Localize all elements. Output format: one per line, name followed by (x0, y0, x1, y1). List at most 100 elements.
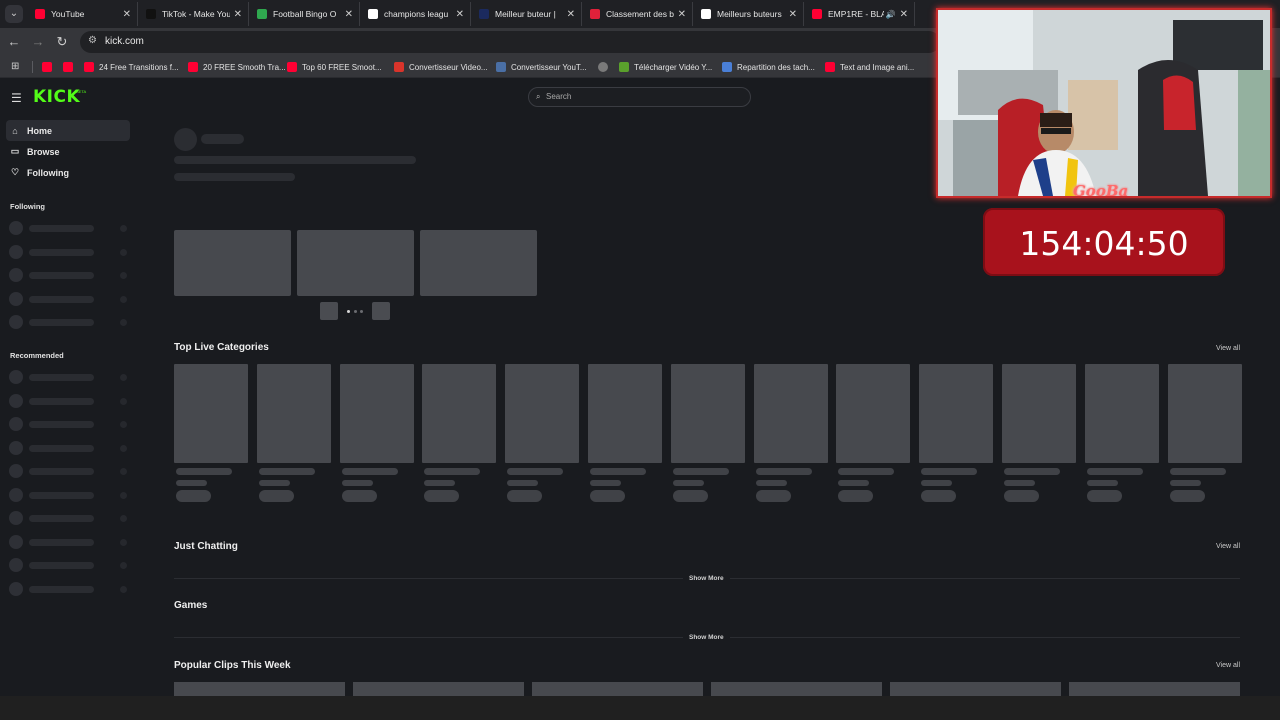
bookmark-item[interactable]: Repartition des tach... (722, 60, 815, 74)
clip-card[interactable] (532, 682, 703, 696)
carousel-card[interactable] (420, 230, 537, 296)
sidebar-channel-skeleton[interactable] (9, 315, 129, 329)
close-tab-icon[interactable]: ✕ (567, 9, 575, 20)
sidebar-channel-skeleton[interactable] (9, 417, 129, 431)
carousel-dot[interactable] (354, 310, 357, 313)
browser-tab[interactable]: Football Bingo O ✕ (249, 2, 360, 26)
category-tag-skeleton (1004, 490, 1039, 502)
carousel-next-button[interactable] (372, 302, 390, 320)
bookmark-item[interactable]: Top 60 FREE Smoot... (287, 60, 382, 74)
bookmark-label: Télécharger Vidéo Y... (634, 62, 713, 72)
browse-icon: ▭ (10, 146, 20, 156)
view-all-link[interactable]: View all (1216, 543, 1240, 550)
clip-card[interactable] (353, 682, 524, 696)
close-tab-icon[interactable]: ✕ (345, 9, 353, 20)
clip-card[interactable] (711, 682, 882, 696)
tab-audio-icon[interactable]: 🔊 (886, 10, 896, 19)
category-card[interactable] (588, 364, 662, 463)
kick-logo[interactable]: KICK (33, 87, 80, 107)
sidebar-channel-skeleton[interactable] (9, 464, 129, 478)
bookmark-item[interactable]: Convertisseur YouT... (496, 60, 587, 74)
browser-tab[interactable]: YouTube ✕ (27, 2, 138, 26)
close-tab-icon[interactable]: ✕ (456, 9, 464, 20)
wikipedia-icon (701, 9, 711, 19)
sidebar-item-browse[interactable]: ▭ Browse (6, 141, 130, 162)
sidebar-channel-skeleton[interactable] (9, 244, 129, 259)
close-tab-icon[interactable]: ✕ (900, 9, 908, 20)
view-all-link[interactable]: View all (1216, 345, 1240, 352)
sidebar-channel-skeleton[interactable] (9, 487, 129, 502)
browser-tab[interactable]: Meilleurs buteurs ✕ (693, 2, 804, 26)
sidebar-channel-skeleton[interactable] (9, 221, 129, 235)
forward-arrow-icon[interactable]: → (30, 34, 46, 50)
clip-card[interactable] (1069, 682, 1240, 696)
category-tag-skeleton (838, 490, 874, 502)
browser-tab[interactable]: Classement des b ✕ (582, 2, 693, 26)
sidebar-item-following[interactable]: ♡ Following (6, 162, 130, 183)
browser-tab[interactable]: Meilleur buteur | ✕ (471, 2, 582, 26)
category-card[interactable] (670, 364, 745, 463)
sidebar-channel-skeleton[interactable] (9, 534, 129, 549)
carousel-dot[interactable] (347, 310, 350, 313)
menu-hamburger-icon[interactable]: ☰ (11, 91, 22, 105)
carousel-card[interactable] (297, 230, 414, 296)
reload-icon[interactable]: ↻ (54, 34, 70, 50)
close-tab-icon[interactable]: ✕ (678, 9, 686, 20)
bookmark-label: Text and Image ani... (840, 62, 915, 72)
close-tab-icon[interactable]: ✕ (123, 9, 131, 20)
apps-grid-icon[interactable]: ⊞ (11, 61, 19, 72)
browser-tab[interactable]: TikTok - Make You ✕ (138, 2, 249, 26)
show-more-button[interactable]: Show More (683, 634, 730, 641)
bookmark-label: 24 Free Transitions f... (99, 62, 179, 72)
bookmark-item[interactable]: Text and Image ani... (825, 60, 914, 74)
category-card[interactable] (256, 364, 331, 463)
sidebar-channel-skeleton[interactable] (9, 511, 129, 525)
sidebar-item-home[interactable]: ⌂ Home (6, 120, 130, 141)
bookmark-item[interactable] (42, 60, 57, 74)
search-input[interactable]: ⌕ Search (528, 87, 751, 107)
category-card[interactable] (505, 364, 580, 463)
address-bar[interactable]: ⚙ kick.com (80, 31, 940, 53)
category-card[interactable] (1167, 364, 1242, 463)
close-tab-icon[interactable]: ✕ (789, 9, 797, 20)
category-card[interactable] (174, 364, 248, 463)
sidebar-channel-skeleton[interactable] (9, 581, 129, 596)
show-more-button[interactable]: Show More (683, 575, 730, 582)
sidebar-channel-skeleton[interactable] (9, 558, 129, 572)
bookmark-item[interactable] (598, 60, 613, 74)
tab-search-chevron-icon[interactable]: ⌄ (5, 5, 23, 23)
bookmark-item[interactable]: 20 FREE Smooth Tra... (188, 60, 286, 74)
category-card[interactable] (422, 364, 497, 463)
category-card[interactable] (836, 364, 911, 463)
category-card[interactable] (919, 364, 994, 463)
clip-card[interactable] (174, 682, 345, 696)
back-arrow-icon[interactable]: ← (6, 34, 22, 50)
view-all-link[interactable]: View all (1216, 662, 1240, 669)
carousel-dot[interactable] (360, 310, 363, 313)
bookmark-item[interactable] (63, 60, 78, 74)
clip-card[interactable] (890, 682, 1061, 696)
bookmark-item[interactable]: Télécharger Vidéo Y... (619, 60, 712, 74)
category-card[interactable] (339, 364, 414, 463)
sidebar-channel-skeleton[interactable] (9, 370, 129, 384)
bookmark-item[interactable]: Convertisseur Video... (394, 60, 488, 74)
category-card[interactable] (1002, 364, 1076, 463)
sidebar-channel-skeleton[interactable] (9, 393, 129, 408)
browser-tab[interactable]: EMP1RE - BLA 🔊 ✕ (804, 2, 915, 26)
browser-tab[interactable]: champions leagu ✕ (360, 2, 471, 26)
category-card[interactable] (1084, 364, 1159, 463)
category-card[interactable] (753, 364, 828, 463)
category-name-skeleton (838, 468, 895, 475)
section-title-top-live-categories: Top Live Categories (174, 342, 269, 353)
bookmark-item[interactable]: 24 Free Transitions f... (84, 60, 179, 74)
carousel-card[interactable] (174, 230, 291, 296)
sidebar-channel-skeleton[interactable] (9, 268, 129, 282)
carousel-prev-button[interactable] (320, 302, 338, 320)
site-settings-icon[interactable]: ⚙ (88, 35, 97, 46)
sidebar-channel-skeleton[interactable] (9, 440, 129, 455)
search-icon: ⌕ (536, 92, 541, 101)
sidebar-channel-skeleton[interactable] (9, 291, 129, 306)
close-tab-icon[interactable]: ✕ (234, 9, 242, 20)
category-tag-skeleton (507, 490, 543, 502)
address-url[interactable]: kick.com (105, 36, 144, 47)
